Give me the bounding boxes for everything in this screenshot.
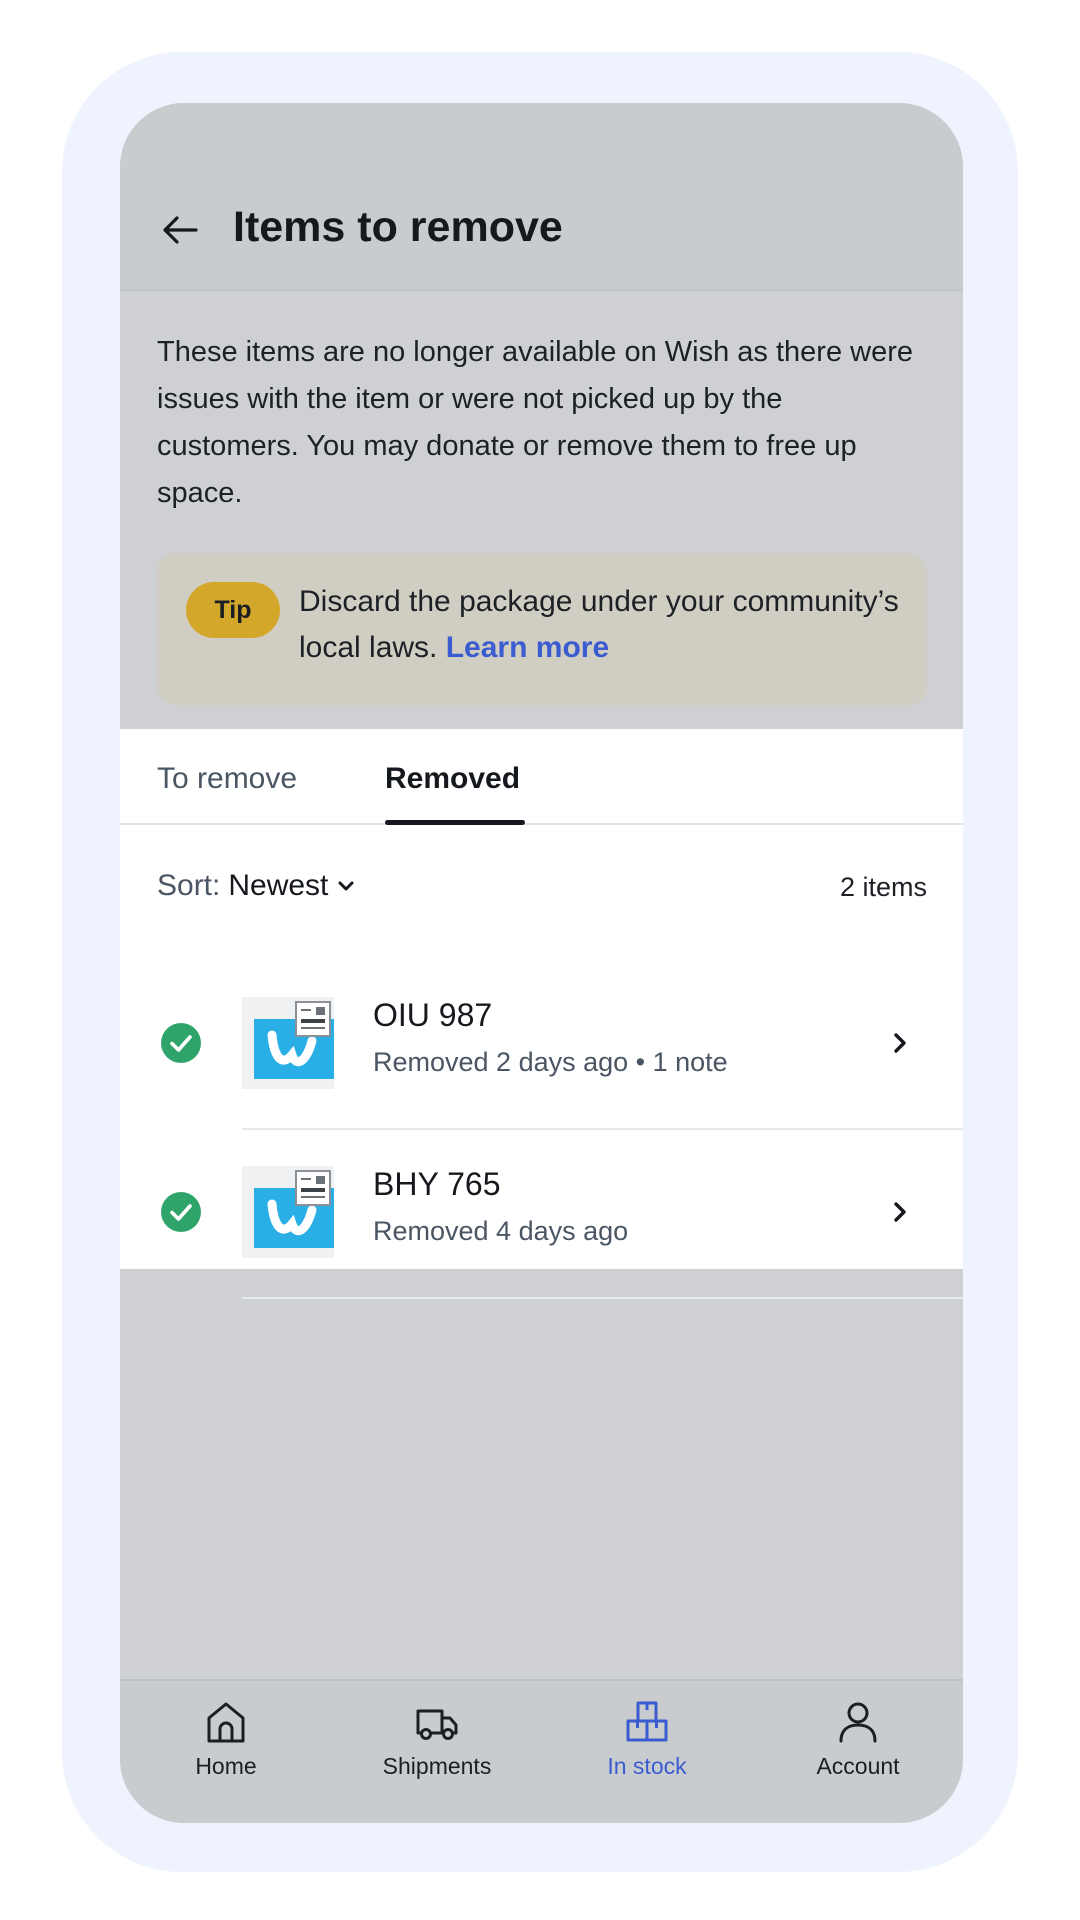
item-subtitle: Removed 4 days ago <box>373 1216 629 1246</box>
tip-badge: Tip <box>186 582 280 638</box>
nav-label: Shipments <box>382 1753 492 1779</box>
tip-text: Discard the package under your community… <box>299 579 899 671</box>
nav-in-stock[interactable]: In stock <box>557 1699 737 1809</box>
item-count: 2 items <box>839 872 927 902</box>
list-item[interactable]: BHY 765 Removed 4 days ago <box>120 1130 963 1299</box>
tab-bar: To remove Removed <box>120 729 963 825</box>
tab-to-remove[interactable]: To remove <box>157 762 297 796</box>
boxes-icon <box>626 1701 668 1742</box>
item-subtitle: Removed 2 days ago • 1 note <box>373 1047 728 1077</box>
description-text: These items are no longer available on W… <box>157 336 913 509</box>
list-item[interactable]: OIU 987 Removed 2 days ago • 1 note <box>120 961 963 1130</box>
person-icon <box>839 1702 877 1743</box>
app-header: Items to remove <box>120 103 963 291</box>
nav-account[interactable]: Account <box>768 1699 948 1809</box>
back-button[interactable] <box>158 208 202 252</box>
learn-more-link[interactable]: Learn more <box>446 631 609 664</box>
wish-package-icon <box>254 1170 334 1248</box>
nav-home[interactable]: Home <box>136 1699 316 1809</box>
wish-package-icon <box>254 1001 334 1079</box>
nav-label: In stock <box>607 1753 687 1779</box>
item-name: OIU 987 <box>373 997 493 1033</box>
chevron-down-icon <box>338 881 354 891</box>
home-icon <box>207 1702 245 1743</box>
phone-screen: Items to remove These items are no longe… <box>120 103 963 1823</box>
sort-row: Sort: Newest 2 items <box>157 869 927 909</box>
item-name: BHY 765 <box>373 1166 501 1202</box>
page-title: Items to remove <box>233 203 563 251</box>
chevron-right-icon <box>894 1033 906 1053</box>
arrow-left-icon <box>163 216 198 244</box>
package-thumbnail <box>242 997 334 1089</box>
tab-removed[interactable]: Removed <box>385 762 520 796</box>
sort-dropdown[interactable]: Sort: Newest <box>157 869 356 903</box>
active-tab-indicator <box>385 820 525 825</box>
sort-label: Sort: <box>157 869 221 902</box>
nav-shipments[interactable]: Shipments <box>347 1699 527 1809</box>
items-panel: To remove Removed Sort: Newest 2 items O… <box>120 729 963 1299</box>
nav-label: Home <box>195 1753 257 1779</box>
sort-value: Newest <box>228 869 329 902</box>
package-thumbnail <box>242 1166 334 1258</box>
bottom-navigation: Home Shipments In stock Account <box>120 1679 963 1823</box>
nav-label: Account <box>816 1753 900 1779</box>
truck-icon <box>416 1709 458 1740</box>
check-circle-icon <box>161 1192 201 1232</box>
chevron-right-icon <box>894 1202 906 1222</box>
tip-banner: Tip Discard the package under your commu… <box>157 553 927 705</box>
row-divider <box>242 1297 963 1299</box>
check-circle-icon <box>161 1023 201 1063</box>
